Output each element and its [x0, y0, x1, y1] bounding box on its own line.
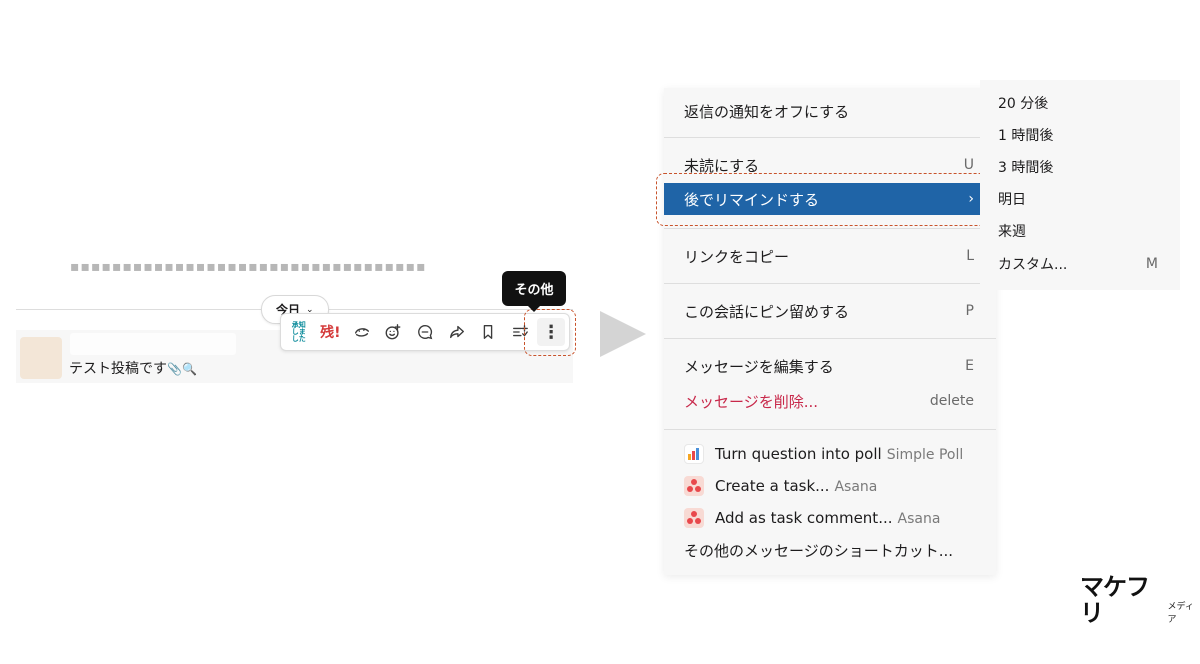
makefuri-logo: マケフリ メディア [1080, 574, 1200, 626]
asana-icon [684, 508, 704, 528]
simple-poll-icon [684, 444, 704, 464]
avatar[interactable] [20, 337, 62, 379]
menu-item-edit-message[interactable]: メッセージを編集する E [664, 350, 996, 382]
menu-item-shortcut: E [965, 358, 974, 374]
submenu-item-next-week[interactable]: 来週 [980, 216, 1180, 246]
menu-item-shortcut: L [966, 248, 974, 264]
submenu-item-label: 明日 [998, 192, 1026, 208]
menu-item-turn-off-reply-notifications[interactable]: 返信の通知をオフにする [664, 95, 996, 127]
menu-item-label: リンクをコピー [684, 247, 790, 266]
stamp-zan-text: 残! [320, 325, 341, 341]
menu-item-label: この会話にピン留めする [684, 302, 850, 321]
menu-item-shortcut: P [965, 303, 974, 319]
submenu-item-3-hours[interactable]: 3 時間後 [980, 152, 1180, 182]
menu-item-add-task-comment[interactable]: Add as task comment... Asana [664, 502, 996, 534]
message-context-menu: 返信の通知をオフにする 未読にする U 後でリマインドする › リンクをコピー … [664, 88, 996, 575]
more-button-highlight [524, 309, 576, 356]
app-source: Simple Poll [886, 447, 964, 463]
logo-main: マケフリ [1080, 573, 1150, 627]
submenu-item-label: 3 時間後 [998, 160, 1054, 176]
app-source: Asana [897, 511, 941, 527]
menu-item-shortcut: delete [929, 393, 974, 409]
menu-item-delete-message[interactable]: メッセージを削除... delete [664, 385, 996, 417]
menu-divider [664, 137, 996, 138]
submenu-item-20-min[interactable]: 20 分後 [980, 88, 1180, 118]
remind-later-submenu: 20 分後 1 時間後 3 時間後 明日 来週 カスタム... M [980, 80, 1180, 290]
menu-divider [664, 283, 996, 284]
menu-divider [664, 228, 996, 229]
app-action-label: Turn question into poll [715, 445, 882, 463]
message-emoji: 📎🔍 [167, 362, 197, 376]
menu-item-label: その他のメッセージのショートカット... [684, 541, 954, 560]
menu-item-create-task[interactable]: Create a task... Asana [664, 470, 996, 502]
menu-divider [664, 429, 996, 430]
submenu-item-label: 20 分後 [998, 96, 1049, 112]
app-action-label: Add as task comment... [715, 509, 893, 527]
reply-in-thread-icon[interactable] [411, 318, 439, 346]
bookmark-glyph [483, 325, 493, 339]
submenu-item-custom[interactable]: カスタム... M [980, 249, 1180, 279]
menu-item-shortcut: U [963, 157, 974, 173]
asana-icon [684, 476, 704, 496]
app-action-label: Create a task... [715, 477, 830, 495]
submenu-item-1-hour[interactable]: 1 時間後 [980, 120, 1180, 150]
menu-item-pin-to-conversation[interactable]: この会話にピン留めする P [664, 295, 996, 327]
add-reaction-icon[interactable] [379, 318, 407, 346]
logo-sub: メディア [1167, 602, 1194, 625]
remind-later-highlight [656, 173, 990, 226]
more-tooltip: その他 [502, 271, 566, 312]
sender-name-redacted [70, 333, 236, 355]
message-text: テスト投稿です📎🔍 [69, 358, 197, 378]
message-body: テスト投稿です [69, 361, 167, 377]
submenu-item-shortcut: M [1145, 256, 1158, 272]
stamp-known-icon[interactable]: 承知しました [285, 318, 313, 346]
menu-item-turn-question-into-poll[interactable]: Turn question into poll Simple Poll [664, 438, 996, 470]
step-arrow-icon [600, 311, 646, 357]
menu-divider [664, 338, 996, 339]
submenu-item-label: カスタム... [998, 257, 1068, 273]
stamp-face-icon[interactable] [348, 318, 376, 346]
submenu-item-label: 来週 [998, 224, 1026, 240]
submenu-item-label: 1 時間後 [998, 128, 1054, 144]
stamp-known-text: 承知しました [291, 320, 306, 343]
stamp-zan-icon[interactable]: 残! [316, 318, 344, 346]
menu-item-label: 返信の通知をオフにする [684, 102, 850, 121]
share-icon[interactable] [443, 318, 471, 346]
faded-previous-message: ▪▪▪▪▪▪▪▪▪▪▪▪▪▪▪▪▪▪▪▪▪▪▪▪▪▪▪▪▪▪▪▪▪▪ [70, 262, 427, 272]
menu-item-label: メッセージを削除... [684, 392, 819, 411]
submenu-item-tomorrow[interactable]: 明日 [980, 184, 1180, 214]
bookmark-icon[interactable] [474, 318, 502, 346]
menu-item-label: メッセージを編集する [684, 357, 834, 376]
app-source: Asana [834, 479, 878, 495]
face-stamp-glyph [354, 328, 369, 337]
menu-item-copy-link[interactable]: リンクをコピー L [664, 240, 996, 272]
forward-arrow-glyph [449, 325, 464, 339]
menu-item-more-message-shortcuts[interactable]: その他のメッセージのショートカット... [664, 534, 996, 566]
smiley-plus-glyph [385, 324, 401, 340]
speech-bubble-glyph [418, 325, 433, 340]
